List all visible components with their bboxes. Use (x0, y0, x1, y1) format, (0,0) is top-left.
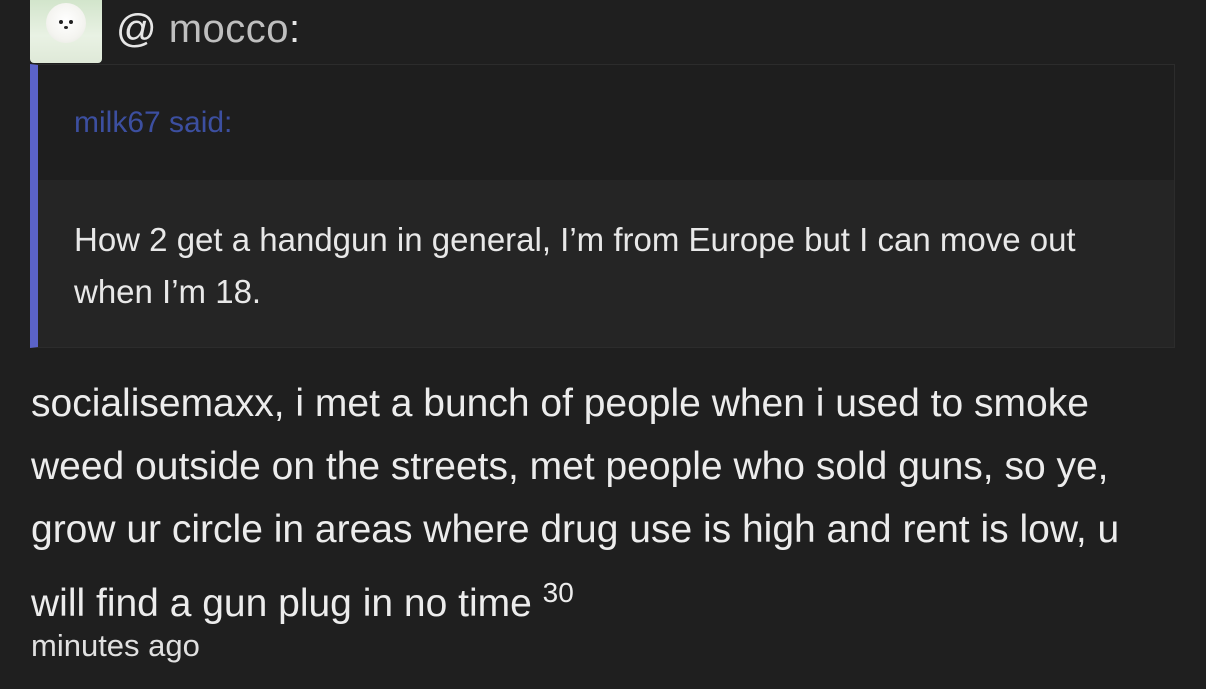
quote-text: How 2 get a handgun in general, I’m from… (74, 221, 1076, 310)
avatar[interactable] (30, 0, 102, 63)
avatar-dog-image (46, 3, 86, 43)
mention-prefix: @ (116, 6, 158, 51)
blockquote: milk67 said: How 2 get a handgun in gene… (30, 64, 1175, 348)
timestamp: minutes ago (31, 628, 200, 663)
timestamp-number: 30 (542, 577, 574, 608)
avatar-nose (64, 26, 68, 29)
quote-author-link[interactable]: milk67 said: (74, 106, 232, 140)
avatar-eye (69, 20, 73, 24)
mention: @ mocco: (116, 7, 301, 52)
avatar-eye (59, 20, 63, 24)
reply-text-block: socialisemaxx, i met a bunch of people w… (31, 372, 1181, 635)
quote-header: milk67 said: (38, 65, 1174, 180)
mention-username-link[interactable]: mocco (169, 7, 289, 51)
mention-suffix: : (289, 6, 301, 51)
post-header: @ mocco: (30, 0, 301, 64)
reply-text: socialisemaxx, i met a bunch of people w… (31, 382, 1120, 625)
